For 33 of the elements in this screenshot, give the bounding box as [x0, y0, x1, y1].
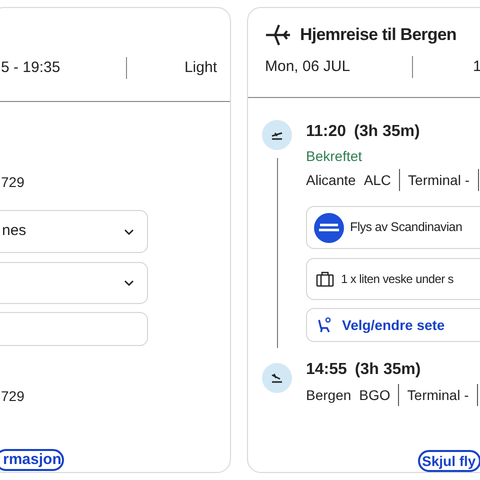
airline-logo-icon — [314, 212, 344, 242]
info-link[interactable]: rmasjon — [0, 449, 64, 471]
status-label: Bekreftet — [306, 147, 364, 166]
chevron-down-icon — [123, 228, 135, 236]
fare-type: Light — [184, 58, 217, 78]
airport-name: Alicante — [306, 170, 356, 190]
takeoff-icon — [262, 120, 292, 150]
flight-date: Mon, 06 JUL — [265, 56, 350, 76]
airplane-icon — [265, 22, 291, 47]
flight-times: 5 - 19:35 — [1, 58, 60, 78]
operator-text: Flys av Scandinavian — [350, 219, 462, 236]
airport-code: BGO — [359, 386, 390, 404]
baggage-text: 1 x liten veske under s — [341, 271, 454, 288]
terminal-label: Terminal - — [408, 170, 470, 190]
landing-icon — [262, 363, 292, 393]
airport-name: Bergen — [306, 386, 352, 405]
airport-code: ALC — [364, 170, 392, 190]
flight-duration: (3h 35m) — [354, 122, 420, 142]
flight-number: 729 — [1, 173, 26, 192]
select-field[interactable]: nes — [0, 210, 148, 253]
hide-flight-link[interactable]: Skjul fly — [418, 450, 480, 472]
flight-duration: (3h 35m) — [354, 360, 421, 380]
flight-time: 11:20 — [306, 122, 346, 142]
bag-icon — [316, 271, 334, 287]
terminal-label: Terminal - — [407, 386, 469, 404]
chevron-down-icon — [123, 279, 135, 287]
card-title: Hjemreise til Bergen — [300, 24, 456, 46]
flight-number: 729 — [1, 387, 26, 406]
seat-button[interactable]: Velg/endre sete — [306, 308, 480, 342]
seat-icon — [316, 317, 332, 333]
input-field[interactable] — [0, 312, 148, 346]
select-field[interactable] — [0, 262, 148, 304]
flight-time: 14:55 — [306, 360, 347, 380]
